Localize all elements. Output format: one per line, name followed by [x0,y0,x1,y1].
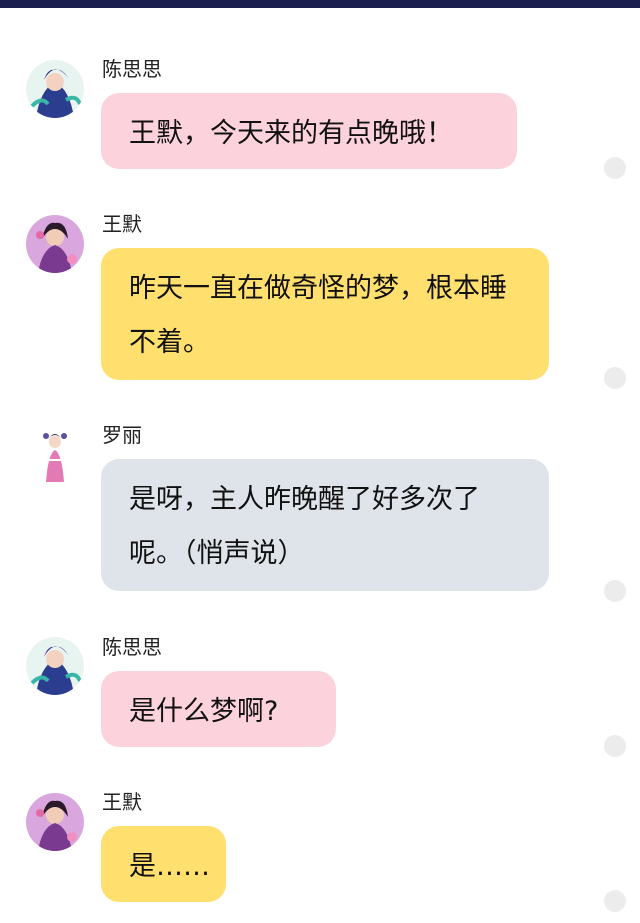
avatar[interactable] [26,426,84,484]
status-dot [604,890,626,912]
avatar[interactable] [26,637,84,695]
status-dot [604,157,626,179]
avatar[interactable] [26,60,84,118]
message-bubble[interactable]: 昨天一直在做奇怪的梦，根本睡不着。 [101,248,549,380]
avatar[interactable] [26,215,84,273]
sender-name: 罗丽 [102,423,142,447]
message-bubble[interactable]: 是…… [101,826,226,902]
status-dot [604,367,626,389]
message-bubble[interactable]: 是什么梦啊? [101,671,336,747]
message-bubble[interactable]: 王默，今天来的有点晚哦！ [101,93,517,169]
sender-name: 陈思思 [102,635,162,659]
status-dot [604,735,626,757]
sender-name: 王默 [102,790,142,814]
sender-name: 王默 [102,212,142,236]
message-bubble[interactable]: 是呀，主人昨晚醒了好多次了呢。（悄声说） [101,459,549,591]
status-dot [604,580,626,602]
avatar[interactable] [26,793,84,851]
top-bar [0,0,640,8]
sender-name: 陈思思 [102,57,162,81]
